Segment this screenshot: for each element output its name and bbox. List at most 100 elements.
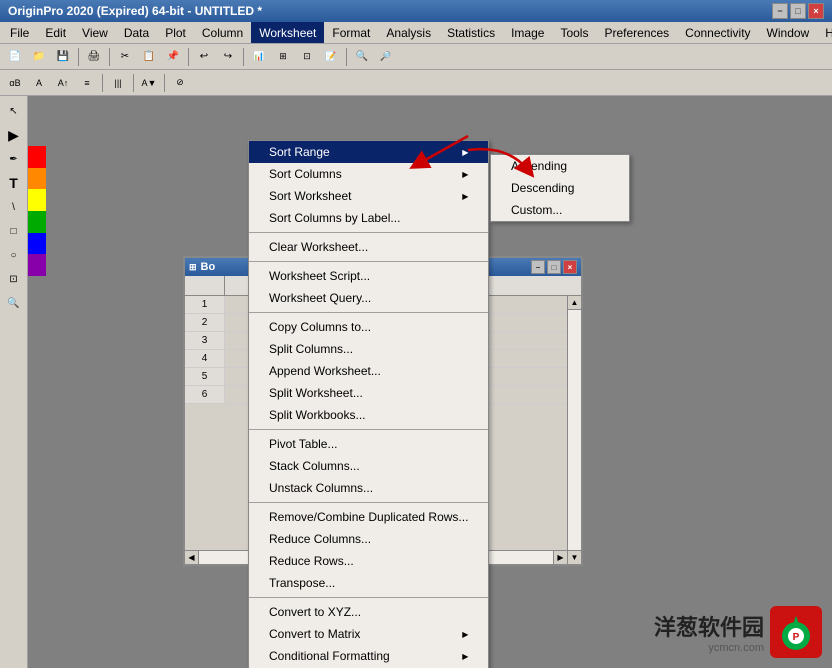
lt-arrow-btn[interactable]: ↖: [3, 100, 25, 122]
menu-file[interactable]: File: [2, 22, 37, 43]
close-button[interactable]: ×: [808, 3, 824, 19]
menu-item-descending[interactable]: Descending: [491, 177, 629, 199]
row-num-3: 3: [185, 332, 225, 349]
tb2-btn2[interactable]: A: [28, 72, 50, 94]
watermark-text-block: 洋葱软件园 ycmcn.com: [654, 610, 764, 654]
vscrollbar[interactable]: ▲ ▼: [567, 296, 581, 564]
sep3: [188, 48, 189, 66]
left-toolbar: ↖ ▶ ✒ T \ □ ○ ⊡ 🔍: [0, 96, 28, 668]
cut-btn[interactable]: ✂: [114, 46, 136, 68]
menu-item-remove-dup[interactable]: Remove/Combine Duplicated Rows...: [249, 506, 488, 528]
lt-text-btn[interactable]: T: [3, 172, 25, 194]
menu-tools[interactable]: Tools: [552, 22, 596, 43]
maximize-button[interactable]: □: [790, 3, 806, 19]
table-btn[interactable]: ⊞: [272, 46, 294, 68]
toolbar-row-1: 📄 📁 💾 🖨 ✂ 📋 📌 ↩ ↪ 📊 ⊞ ⊡ 📝 🔍 🔎: [0, 44, 832, 70]
graph-btn[interactable]: 📊: [248, 46, 270, 68]
tb2-btn6[interactable]: A▼: [138, 72, 160, 94]
menu-data[interactable]: Data: [116, 22, 157, 43]
menu-item-sort-cols-label[interactable]: Sort Columns by Label...: [249, 207, 488, 229]
menu-help[interactable]: Help: [817, 22, 832, 43]
sep-2: [249, 261, 488, 262]
matrix-btn[interactable]: ⊡: [296, 46, 318, 68]
menu-item-pivot[interactable]: Pivot Table...: [249, 433, 488, 455]
inner-minimize-btn[interactable]: −: [531, 260, 545, 274]
menu-item-convert-matrix[interactable]: Convert to Matrix: [249, 623, 488, 645]
menu-window[interactable]: Window: [759, 22, 818, 43]
save-btn[interactable]: 💾: [52, 46, 74, 68]
paste-btn[interactable]: 📌: [162, 46, 184, 68]
inner-maximize-btn[interactable]: □: [547, 260, 561, 274]
tb2-btn4[interactable]: ≡: [76, 72, 98, 94]
menu-view[interactable]: View: [74, 22, 116, 43]
menu-format[interactable]: Format: [324, 22, 378, 43]
lt-region-btn[interactable]: ⊡: [3, 268, 25, 290]
row-num-2: 2: [185, 314, 225, 331]
row-num-4: 4: [185, 350, 225, 367]
zoom-in-btn[interactable]: 🔍: [351, 46, 373, 68]
row-num-5: 5: [185, 368, 225, 385]
workspace: ⊞ Bo − □ × Lon Co ▲ ▼: [28, 96, 832, 668]
menu-item-custom[interactable]: Custom...: [491, 199, 629, 221]
row-num-6: 6: [185, 386, 225, 403]
menu-connectivity[interactable]: Connectivity: [677, 22, 758, 43]
redo-btn[interactable]: ↪: [217, 46, 239, 68]
scroll-down[interactable]: ▼: [568, 550, 581, 564]
tb2-btn1[interactable]: αΒ: [4, 72, 26, 94]
lt-ellipse-btn[interactable]: ○: [3, 244, 25, 266]
lt-zoom-btn[interactable]: 🔍: [3, 292, 25, 314]
menu-item-ascending[interactable]: Ascending: [491, 155, 629, 177]
zoom-out-btn[interactable]: 🔎: [375, 46, 397, 68]
minimize-button[interactable]: −: [772, 3, 788, 19]
menu-item-split-wb[interactable]: Split Workbooks...: [249, 404, 488, 426]
lt-rect-btn[interactable]: □: [3, 220, 25, 242]
menu-item-convert-xyz[interactable]: Convert to XYZ...: [249, 601, 488, 623]
menu-item-reduce-rows[interactable]: Reduce Rows...: [249, 550, 488, 572]
menu-item-sort-worksheet[interactable]: Sort Worksheet: [249, 185, 488, 207]
scroll-left[interactable]: ◀: [185, 551, 199, 564]
menu-item-clear-ws[interactable]: Clear Worksheet...: [249, 236, 488, 258]
menu-column[interactable]: Column: [194, 22, 251, 43]
menu-preferences[interactable]: Preferences: [596, 22, 677, 43]
menu-item-split-ws[interactable]: Split Worksheet...: [249, 382, 488, 404]
scroll-up[interactable]: ▲: [568, 296, 581, 310]
sort-range-submenu: Ascending Descending Custom...: [490, 154, 630, 222]
menu-plot[interactable]: Plot: [157, 22, 194, 43]
menu-item-ws-script[interactable]: Worksheet Script...: [249, 265, 488, 287]
row-header: [185, 276, 225, 295]
menu-item-sort-columns[interactable]: Sort Columns: [249, 163, 488, 185]
open-btn[interactable]: 📁: [28, 46, 50, 68]
title-bar: OriginPro 2020 (Expired) 64-bit - UNTITL…: [0, 0, 832, 22]
menu-item-unstack-cols[interactable]: Unstack Columns...: [249, 477, 488, 499]
lt-line-btn[interactable]: \: [3, 196, 25, 218]
tb2-btn7[interactable]: ⊘: [169, 72, 191, 94]
menu-analysis[interactable]: Analysis: [378, 22, 439, 43]
menu-item-copy-cols[interactable]: Copy Columns to...: [249, 316, 488, 338]
lt-draw-btn[interactable]: ✒: [3, 148, 25, 170]
notes-btn[interactable]: 📝: [320, 46, 342, 68]
tb2-btn5[interactable]: |||: [107, 72, 129, 94]
undo-btn[interactable]: ↩: [193, 46, 215, 68]
menu-item-sort-range[interactable]: Sort Range: [249, 141, 488, 163]
lt-select-btn[interactable]: ▶: [3, 124, 25, 146]
menu-item-append-ws[interactable]: Append Worksheet...: [249, 360, 488, 382]
menu-edit[interactable]: Edit: [37, 22, 74, 43]
print-btn[interactable]: 🖨: [83, 46, 105, 68]
menu-item-split-cols[interactable]: Split Columns...: [249, 338, 488, 360]
menu-worksheet[interactable]: Worksheet: [251, 22, 324, 43]
scroll-right[interactable]: ▶: [553, 551, 567, 564]
menu-item-ws-query[interactable]: Worksheet Query...: [249, 287, 488, 309]
sep1: [78, 48, 79, 66]
menu-statistics[interactable]: Statistics: [439, 22, 503, 43]
menu-item-transpose[interactable]: Transpose...: [249, 572, 488, 594]
menu-item-conditional-fmt[interactable]: Conditional Formatting: [249, 645, 488, 667]
menu-item-reduce-cols[interactable]: Reduce Columns...: [249, 528, 488, 550]
menu-item-stack-cols[interactable]: Stack Columns...: [249, 455, 488, 477]
copy-btn[interactable]: 📋: [138, 46, 160, 68]
inner-close-btn[interactable]: ×: [563, 260, 577, 274]
watermark-brand: 洋葱软件园: [654, 610, 764, 642]
new-btn[interactable]: 📄: [4, 46, 26, 68]
tb2-btn3[interactable]: A↑: [52, 72, 74, 94]
watermark: 洋葱软件园 ycmcn.com P: [654, 606, 822, 658]
menu-image[interactable]: Image: [503, 22, 552, 43]
